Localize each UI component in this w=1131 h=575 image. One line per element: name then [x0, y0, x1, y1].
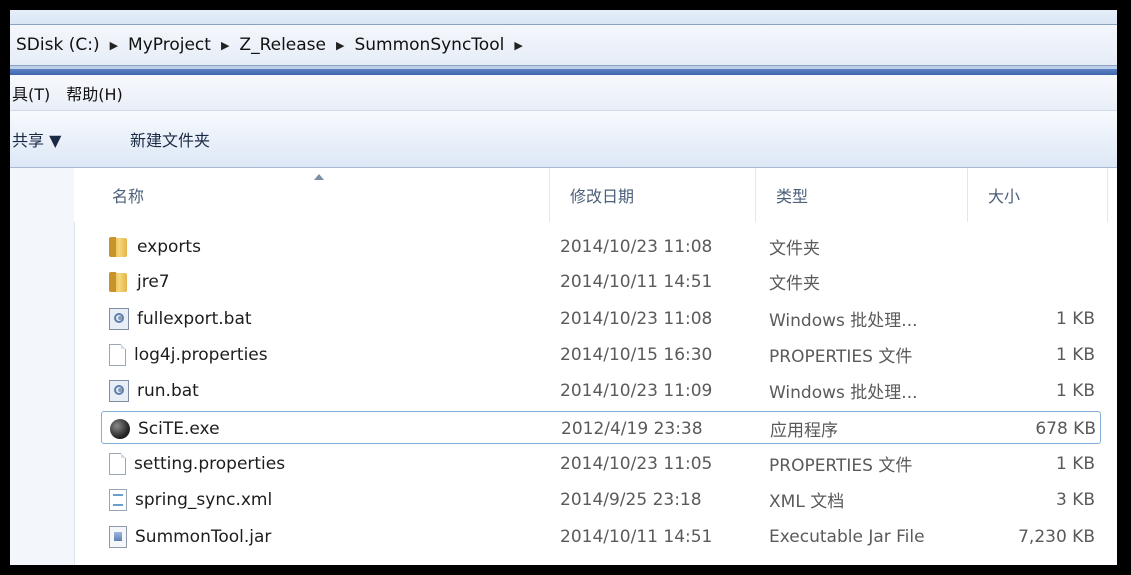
file-date: 2014/10/23 11:05 [560, 453, 713, 474]
file-row[interactable]: spring_sync.xml 2014/9/25 23:18 XML 文档 3… [101, 483, 1101, 516]
file-date: 2014/10/23 11:09 [560, 380, 713, 401]
navigation-pane[interactable] [10, 168, 75, 565]
file-type: 应用程序 [770, 421, 838, 441]
column-header-type[interactable]: 类型 [756, 168, 968, 222]
file-size: 1 KB [1055, 380, 1095, 401]
file-date: 2014/10/15 16:30 [560, 344, 713, 365]
file-name: run.bat [137, 380, 199, 401]
file-date: 2014/10/11 14:51 [560, 271, 713, 292]
batch-file-icon [109, 379, 129, 402]
breadcrumb-summonsynctool[interactable]: SummonSyncTool [348, 35, 510, 55]
file-type: PROPERTIES 文件 [769, 456, 913, 476]
xml-file-icon [109, 488, 127, 511]
file-size: 1 KB [1055, 453, 1095, 474]
file-row[interactable]: run.bat 2014/10/23 11:09 Windows 批处理... … [101, 374, 1101, 407]
breadcrumb-separator-icon[interactable]: ▶ [510, 39, 526, 52]
breadcrumb-separator-icon[interactable]: ▶ [217, 39, 233, 52]
file-date: 2014/10/23 11:08 [560, 308, 713, 329]
command-toolbar: 共享 ▼ 新建文件夹 [10, 111, 1117, 168]
file-type: XML 文档 [769, 492, 845, 512]
breadcrumb-drive[interactable]: SDisk (C:) [10, 35, 106, 55]
file-row[interactable]: log4j.properties 2014/10/15 16:30 PROPER… [101, 338, 1101, 371]
file-name: jre7 [137, 271, 170, 292]
share-button[interactable]: 共享 ▼ [10, 127, 130, 151]
document-file-icon [109, 452, 126, 475]
new-folder-button[interactable]: 新建文件夹 [130, 127, 210, 151]
file-row[interactable]: exports 2014/10/23 11:08 文件夹 [101, 230, 1101, 263]
document-file-icon [109, 343, 126, 366]
file-size [969, 230, 1095, 263]
file-size: 7,230 KB [1018, 526, 1095, 547]
file-type: 文件夹 [769, 239, 820, 259]
breadcrumb-z-release[interactable]: Z_Release [233, 35, 332, 55]
column-name-label: 名称 [112, 187, 145, 206]
column-type-label: 类型 [776, 187, 809, 206]
file-name: fullexport.bat [137, 308, 252, 329]
file-size: 678 KB [1035, 418, 1096, 439]
sort-ascending-icon [314, 174, 324, 180]
folder-icon [109, 271, 129, 293]
file-name: setting.properties [134, 453, 286, 474]
file-row[interactable]: fullexport.bat 2014/10/23 11:08 Windows … [101, 302, 1101, 335]
file-name: SciTE.exe [138, 418, 220, 439]
column-header-size[interactable]: 大小 [968, 168, 1108, 222]
file-name: SummonTool.jar [135, 526, 272, 547]
file-size: 1 KB [1055, 344, 1095, 365]
file-date: 2014/9/25 23:18 [560, 489, 702, 510]
file-size: 1 KB [1055, 308, 1095, 329]
file-row-selected[interactable]: SciTE.exe 2012/4/19 23:38 应用程序 678 KB [101, 411, 1101, 444]
file-name: log4j.properties [134, 344, 268, 365]
file-row[interactable]: jre7 2014/10/11 14:51 文件夹 [101, 265, 1101, 298]
menu-help[interactable]: 帮助(H) [64, 81, 137, 105]
breadcrumb-myproject[interactable]: MyProject [122, 35, 217, 55]
file-name: spring_sync.xml [135, 489, 273, 510]
file-date: 2014/10/23 11:08 [560, 236, 713, 257]
file-row[interactable]: setting.properties 2014/10/23 11:05 PROP… [101, 447, 1101, 480]
file-name: exports [137, 236, 201, 257]
breadcrumb-separator-icon[interactable]: ▶ [106, 39, 122, 52]
folder-icon [109, 236, 129, 258]
column-header-name[interactable]: 名称 [74, 168, 550, 222]
explorer-window: SDisk (C:) ▶ MyProject ▶ Z_Release ▶ Sum… [10, 10, 1117, 565]
application-icon [110, 418, 130, 440]
file-row[interactable]: SummonTool.jar 2014/10/11 14:51 Executab… [101, 520, 1101, 553]
menu-bar: 具(T) 帮助(H) [10, 75, 1117, 111]
column-size-label: 大小 [988, 187, 1021, 206]
column-header-date[interactable]: 修改日期 [550, 168, 756, 222]
file-date: 2012/4/19 23:38 [561, 418, 703, 439]
column-header: 名称 修改日期 类型 大小 [74, 168, 1117, 222]
jar-file-icon [109, 525, 127, 548]
file-type: Windows 批处理... [769, 311, 918, 331]
batch-file-icon [109, 307, 129, 330]
file-size: 3 KB [1055, 489, 1095, 510]
file-type: 文件夹 [769, 274, 820, 294]
file-type: Executable Jar File [769, 526, 925, 547]
address-area: SDisk (C:) ▶ MyProject ▶ Z_Release ▶ Sum… [10, 10, 1117, 75]
column-date-label: 修改日期 [570, 187, 635, 206]
address-bar[interactable]: SDisk (C:) ▶ MyProject ▶ Z_Release ▶ Sum… [10, 24, 1117, 66]
file-type: Windows 批处理... [769, 383, 918, 403]
file-size [969, 265, 1095, 298]
file-date: 2014/10/11 14:51 [560, 526, 713, 547]
menu-tools[interactable]: 具(T) [10, 81, 64, 105]
breadcrumb-separator-icon[interactable]: ▶ [332, 39, 348, 52]
file-type: PROPERTIES 文件 [769, 347, 913, 367]
